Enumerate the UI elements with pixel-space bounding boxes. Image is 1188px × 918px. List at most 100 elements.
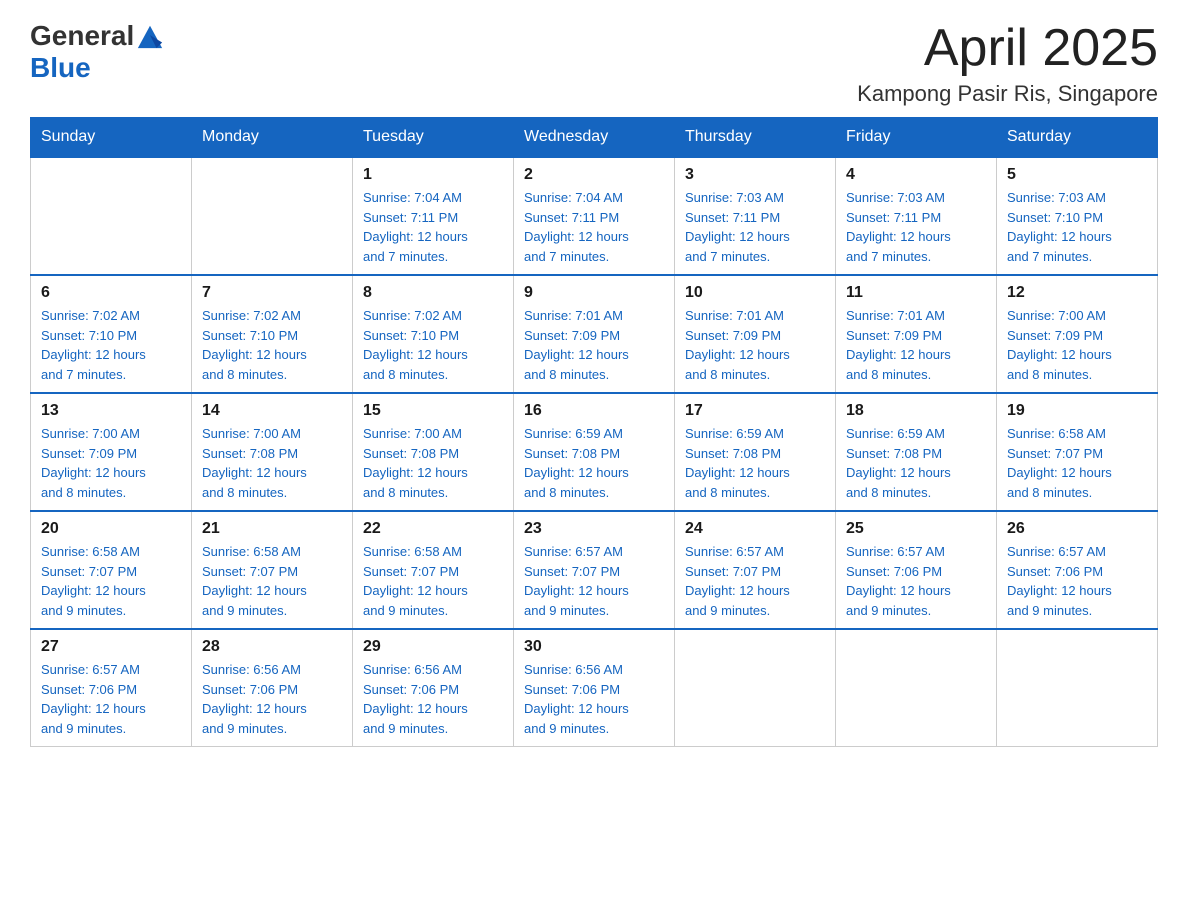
day-info: Sunrise: 6:56 AM Sunset: 7:06 PM Dayligh…: [363, 660, 503, 738]
day-number: 5: [1007, 166, 1147, 184]
day-number: 26: [1007, 520, 1147, 538]
day-info: Sunrise: 7:02 AM Sunset: 7:10 PM Dayligh…: [363, 306, 503, 384]
day-cell-27: 27 Sunrise: 6:57 AM Sunset: 7:06 PM Dayli…: [31, 629, 192, 747]
day-cell-10: 10 Sunrise: 7:01 AM Sunset: 7:09 PM Dayli…: [675, 275, 836, 393]
day-info: Sunrise: 6:58 AM Sunset: 7:07 PM Dayligh…: [363, 542, 503, 620]
day-info: Sunrise: 7:02 AM Sunset: 7:10 PM Dayligh…: [41, 306, 181, 384]
empty-cell: [192, 157, 353, 275]
day-number: 7: [202, 284, 342, 302]
day-cell-2: 2 Sunrise: 7:04 AM Sunset: 7:11 PM Daylig…: [514, 157, 675, 275]
day-info: Sunrise: 6:57 AM Sunset: 7:06 PM Dayligh…: [41, 660, 181, 738]
day-info: Sunrise: 6:58 AM Sunset: 7:07 PM Dayligh…: [41, 542, 181, 620]
day-number: 14: [202, 402, 342, 420]
day-info: Sunrise: 7:03 AM Sunset: 7:11 PM Dayligh…: [846, 188, 986, 266]
day-number: 12: [1007, 284, 1147, 302]
day-info: Sunrise: 6:56 AM Sunset: 7:06 PM Dayligh…: [524, 660, 664, 738]
logo-icon: [136, 22, 164, 50]
day-cell-21: 21 Sunrise: 6:58 AM Sunset: 7:07 PM Dayli…: [192, 511, 353, 629]
day-number: 1: [363, 166, 503, 184]
day-number: 11: [846, 284, 986, 302]
day-info: Sunrise: 7:04 AM Sunset: 7:11 PM Dayligh…: [524, 188, 664, 266]
day-number: 17: [685, 402, 825, 420]
day-number: 22: [363, 520, 503, 538]
day-number: 10: [685, 284, 825, 302]
day-cell-18: 18Sunrise: 6:59 AM Sunset: 7:08 PM Dayli…: [836, 393, 997, 511]
day-cell-25: 25 Sunrise: 6:57 AM Sunset: 7:06 PM Dayli…: [836, 511, 997, 629]
day-cell-15: 15 Sunrise: 7:00 AM Sunset: 7:08 PM Dayli…: [353, 393, 514, 511]
day-cell-4: 4 Sunrise: 7:03 AM Sunset: 7:11 PM Daylig…: [836, 157, 997, 275]
day-number: 3: [685, 166, 825, 184]
day-number: 16: [524, 402, 664, 420]
day-number: 21: [202, 520, 342, 538]
day-cell-28: 28Sunrise: 6:56 AM Sunset: 7:06 PM Dayli…: [192, 629, 353, 747]
day-info: Sunrise: 6:59 AM Sunset: 7:08 PM Dayligh…: [846, 424, 986, 502]
day-number: 9: [524, 284, 664, 302]
calendar-header-saturday: Saturday: [997, 118, 1158, 158]
day-cell-20: 20 Sunrise: 6:58 AM Sunset: 7:07 PM Dayli…: [31, 511, 192, 629]
day-info: Sunrise: 7:00 AM Sunset: 7:09 PM Dayligh…: [41, 424, 181, 502]
day-cell-19: 19 Sunrise: 6:58 AM Sunset: 7:07 PM Dayli…: [997, 393, 1158, 511]
calendar-header-tuesday: Tuesday: [353, 118, 514, 158]
calendar-header-row: SundayMondayTuesdayWednesdayThursdayFrid…: [31, 118, 1158, 158]
week-row-5: 27 Sunrise: 6:57 AM Sunset: 7:06 PM Dayli…: [31, 629, 1158, 747]
day-info: Sunrise: 7:04 AM Sunset: 7:11 PM Dayligh…: [363, 188, 503, 266]
empty-cell: [675, 629, 836, 747]
day-number: 8: [363, 284, 503, 302]
empty-cell: [31, 157, 192, 275]
day-info: Sunrise: 7:03 AM Sunset: 7:11 PM Dayligh…: [685, 188, 825, 266]
day-number: 24: [685, 520, 825, 538]
day-cell-22: 22 Sunrise: 6:58 AM Sunset: 7:07 PM Dayli…: [353, 511, 514, 629]
day-info: Sunrise: 6:57 AM Sunset: 7:07 PM Dayligh…: [685, 542, 825, 620]
page-header: General Blue April 2025 Kampong Pasir Ri…: [30, 20, 1158, 107]
day-cell-16: 16 Sunrise: 6:59 AM Sunset: 7:08 PM Dayli…: [514, 393, 675, 511]
day-number: 25: [846, 520, 986, 538]
location-title: Kampong Pasir Ris, Singapore: [857, 81, 1158, 107]
day-cell-14: 14 Sunrise: 7:00 AM Sunset: 7:08 PM Dayli…: [192, 393, 353, 511]
day-number: 27: [41, 638, 181, 656]
day-info: Sunrise: 6:58 AM Sunset: 7:07 PM Dayligh…: [1007, 424, 1147, 502]
day-number: 2: [524, 166, 664, 184]
calendar-header-friday: Friday: [836, 118, 997, 158]
logo-general-text: General: [30, 20, 134, 52]
empty-cell: [997, 629, 1158, 747]
calendar-header-sunday: Sunday: [31, 118, 192, 158]
logo-blue-text: Blue: [30, 52, 91, 84]
day-number: 23: [524, 520, 664, 538]
day-number: 15: [363, 402, 503, 420]
day-cell-5: 5 Sunrise: 7:03 AM Sunset: 7:10 PM Daylig…: [997, 157, 1158, 275]
day-number: 19: [1007, 402, 1147, 420]
week-row-1: 1 Sunrise: 7:04 AM Sunset: 7:11 PM Daylig…: [31, 157, 1158, 275]
day-info: Sunrise: 6:58 AM Sunset: 7:07 PM Dayligh…: [202, 542, 342, 620]
day-info: Sunrise: 7:01 AM Sunset: 7:09 PM Dayligh…: [685, 306, 825, 384]
day-cell-23: 23Sunrise: 6:57 AM Sunset: 7:07 PM Dayli…: [514, 511, 675, 629]
day-cell-7: 7 Sunrise: 7:02 AM Sunset: 7:10 PM Daylig…: [192, 275, 353, 393]
day-info: Sunrise: 6:57 AM Sunset: 7:06 PM Dayligh…: [846, 542, 986, 620]
day-cell-11: 11Sunrise: 7:01 AM Sunset: 7:09 PM Dayli…: [836, 275, 997, 393]
day-info: Sunrise: 7:00 AM Sunset: 7:08 PM Dayligh…: [202, 424, 342, 502]
day-info: Sunrise: 7:03 AM Sunset: 7:10 PM Dayligh…: [1007, 188, 1147, 266]
day-cell-8: 8 Sunrise: 7:02 AM Sunset: 7:10 PM Daylig…: [353, 275, 514, 393]
day-cell-13: 13Sunrise: 7:00 AM Sunset: 7:09 PM Dayli…: [31, 393, 192, 511]
week-row-2: 6Sunrise: 7:02 AM Sunset: 7:10 PM Daylig…: [31, 275, 1158, 393]
day-number: 30: [524, 638, 664, 656]
calendar-header-wednesday: Wednesday: [514, 118, 675, 158]
day-number: 20: [41, 520, 181, 538]
day-number: 4: [846, 166, 986, 184]
calendar-header-monday: Monday: [192, 118, 353, 158]
day-info: Sunrise: 7:02 AM Sunset: 7:10 PM Dayligh…: [202, 306, 342, 384]
empty-cell: [836, 629, 997, 747]
day-info: Sunrise: 7:00 AM Sunset: 7:09 PM Dayligh…: [1007, 306, 1147, 384]
week-row-4: 20 Sunrise: 6:58 AM Sunset: 7:07 PM Dayli…: [31, 511, 1158, 629]
day-info: Sunrise: 7:00 AM Sunset: 7:08 PM Dayligh…: [363, 424, 503, 502]
day-info: Sunrise: 6:57 AM Sunset: 7:06 PM Dayligh…: [1007, 542, 1147, 620]
day-number: 28: [202, 638, 342, 656]
calendar-table: SundayMondayTuesdayWednesdayThursdayFrid…: [30, 117, 1158, 747]
day-info: Sunrise: 7:01 AM Sunset: 7:09 PM Dayligh…: [524, 306, 664, 384]
title-section: April 2025 Kampong Pasir Ris, Singapore: [857, 20, 1158, 107]
day-info: Sunrise: 6:59 AM Sunset: 7:08 PM Dayligh…: [524, 424, 664, 502]
day-cell-26: 26 Sunrise: 6:57 AM Sunset: 7:06 PM Dayli…: [997, 511, 1158, 629]
day-cell-17: 17Sunrise: 6:59 AM Sunset: 7:08 PM Dayli…: [675, 393, 836, 511]
week-row-3: 13Sunrise: 7:00 AM Sunset: 7:09 PM Dayli…: [31, 393, 1158, 511]
day-cell-9: 9 Sunrise: 7:01 AM Sunset: 7:09 PM Daylig…: [514, 275, 675, 393]
day-cell-1: 1 Sunrise: 7:04 AM Sunset: 7:11 PM Daylig…: [353, 157, 514, 275]
